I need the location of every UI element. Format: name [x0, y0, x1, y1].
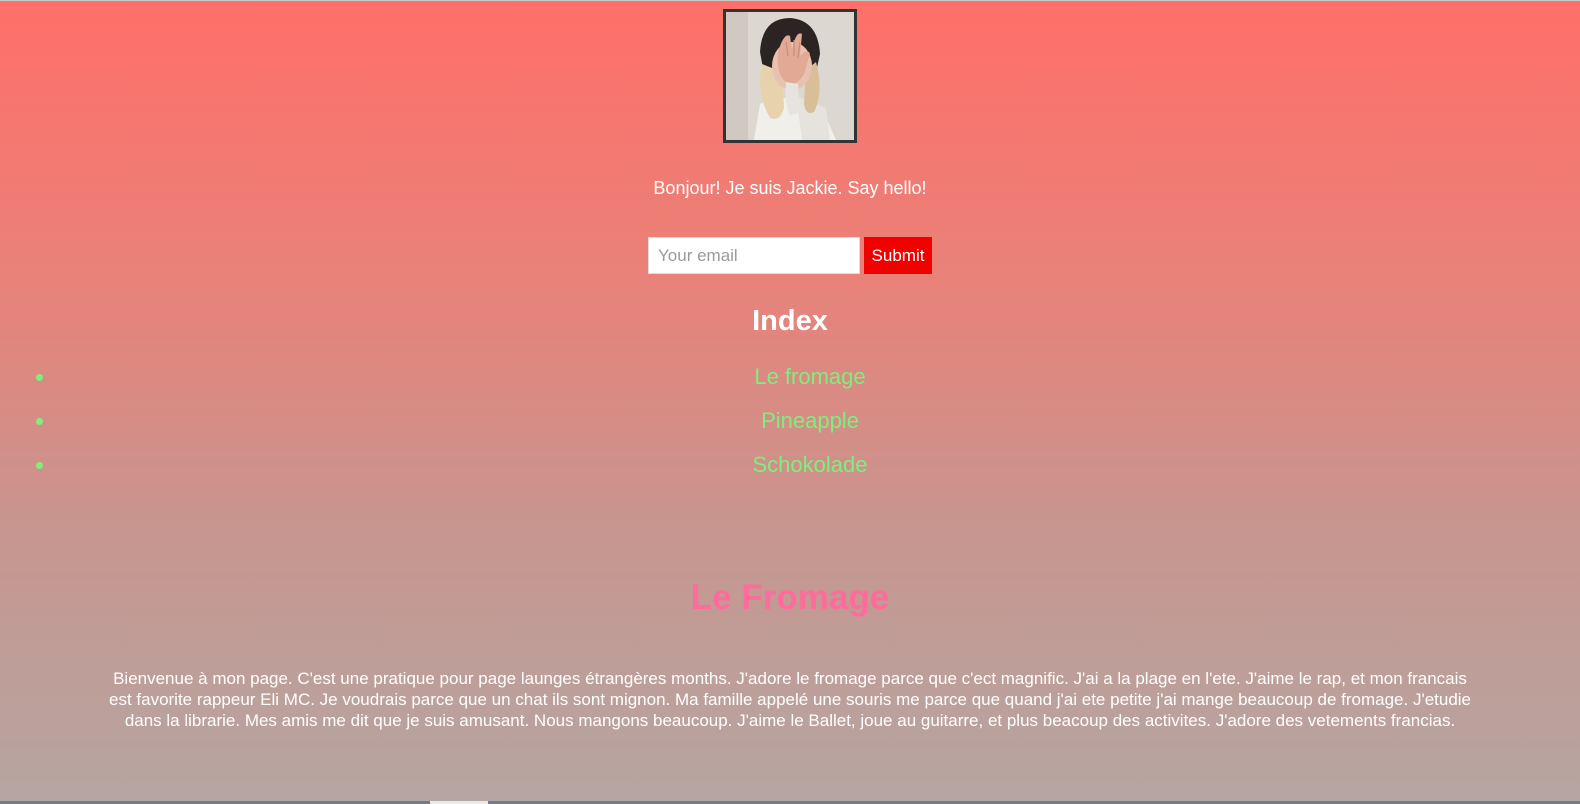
- bullet-dot: [36, 462, 43, 469]
- bullet-dot: [36, 418, 43, 425]
- submit-button[interactable]: Submit: [864, 237, 932, 274]
- index-item-pineapple: Pineapple: [36, 406, 1580, 450]
- index-link-pineapple[interactable]: Pineapple: [761, 408, 859, 433]
- email-input[interactable]: [648, 237, 860, 274]
- portrait-image: [726, 12, 854, 140]
- email-signup-form: Submit: [648, 237, 932, 274]
- index-link-le-fromage[interactable]: Le fromage: [754, 364, 865, 389]
- greeting-text: Bonjour! Je suis Jackie. Say hello!: [653, 178, 927, 198]
- index-list: Le fromage Pineapple Schokolade: [36, 362, 1580, 494]
- section-title: Le Fromage: [690, 578, 890, 617]
- index-item-le-fromage: Le fromage: [36, 362, 1580, 406]
- index-heading: Index: [752, 305, 828, 337]
- index-link-schokolade[interactable]: Schokolade: [753, 452, 868, 477]
- bullet-dot: [36, 374, 43, 381]
- index-item-schokolade: Schokolade: [36, 450, 1580, 494]
- section-body-text: Bienvenue à mon page. C'est une pratique…: [108, 669, 1472, 730]
- top-edge: [0, 0, 1580, 1]
- profile-photo: [723, 9, 857, 143]
